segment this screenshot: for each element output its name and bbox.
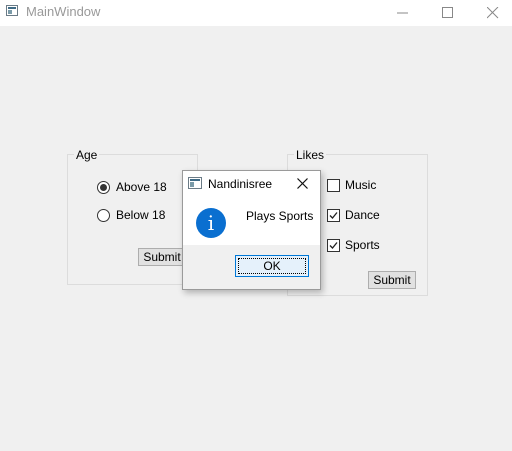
likes-group-title: Likes — [294, 148, 327, 162]
close-button[interactable] — [470, 0, 512, 26]
dialog-app-icon — [188, 177, 202, 189]
checkbox-sports[interactable]: Sports — [327, 237, 380, 253]
dialog-body: i Plays Sports — [183, 197, 320, 245]
age-group-title: Age — [74, 148, 100, 162]
likes-submit-button[interactable]: Submit — [368, 271, 416, 289]
checkbox-dance[interactable]: Dance — [327, 207, 380, 223]
checkbox-indicator[interactable] — [327, 178, 340, 192]
checkbox-label: Sports — [345, 238, 380, 252]
dialog-titlebar[interactable]: Nandinisree — [183, 171, 320, 197]
ok-button[interactable]: OK — [235, 255, 309, 277]
minimize-icon — [397, 12, 408, 14]
dialog-message: Plays Sports — [246, 209, 314, 223]
dialog-title: Nandinisree — [208, 177, 273, 191]
checkbox-indicator[interactable] — [327, 238, 340, 252]
maximize-button[interactable] — [425, 0, 471, 26]
radio-above-18[interactable]: Above 18 — [97, 179, 167, 195]
radio-indicator[interactable] — [97, 208, 110, 222]
checkbox-music[interactable]: Music — [327, 177, 376, 193]
radio-label: Above 18 — [116, 180, 167, 194]
window-title: MainWindow — [26, 4, 101, 19]
checkbox-label: Music — [345, 178, 377, 192]
radio-label: Below 18 — [116, 208, 166, 222]
minimize-button[interactable] — [380, 0, 426, 26]
main-window-titlebar[interactable]: MainWindow — [0, 0, 512, 26]
checkbox-label: Dance — [345, 208, 380, 222]
checkmark-icon — [329, 211, 338, 219]
dialog-close-button[interactable] — [295, 176, 311, 192]
age-submit-button[interactable]: Submit — [138, 248, 186, 266]
close-icon — [487, 7, 499, 19]
app-window-icon — [6, 5, 18, 16]
maximize-icon — [442, 7, 453, 18]
info-icon: i — [196, 208, 226, 238]
dialog-footer: OK — [183, 245, 320, 289]
checkmark-icon — [329, 241, 338, 249]
radio-indicator[interactable] — [97, 180, 110, 194]
checkbox-indicator[interactable] — [327, 208, 340, 222]
close-icon — [297, 178, 308, 189]
message-dialog: Nandinisree i Plays Sports OK — [182, 170, 321, 290]
radio-below-18[interactable]: Below 18 — [97, 207, 165, 223]
